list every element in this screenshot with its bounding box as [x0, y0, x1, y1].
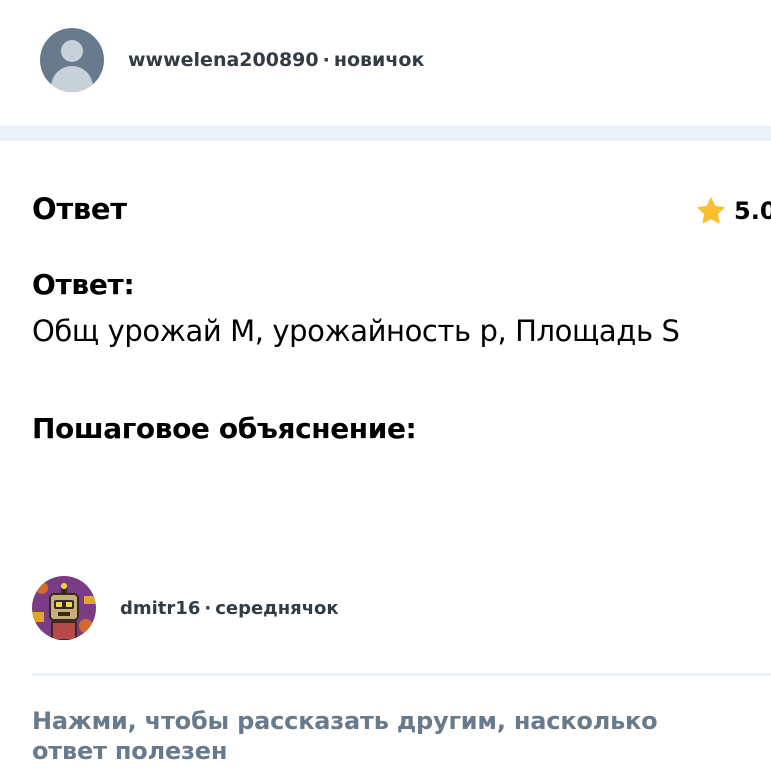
rate-usefulness-hint[interactable]: Нажми, чтобы рассказать другим, наскольк…	[32, 706, 732, 766]
question-author-rank: новичок	[333, 49, 425, 71]
answer-heading: Ответ	[32, 192, 127, 226]
robot-avatar[interactable]	[32, 576, 96, 640]
star-icon	[696, 196, 726, 226]
question-author-line: wwwelena200890 · новичок	[128, 49, 424, 71]
answer-label: Ответ:	[32, 268, 135, 301]
default-user-icon[interactable]	[40, 28, 104, 92]
answer-author-rank: середнячок	[215, 597, 339, 619]
footer-divider	[32, 673, 771, 676]
answer-text: Общ урожай M, урожайность p, Площадь S	[32, 314, 680, 348]
answer-page: wwwelena200890 · новичок Ответ 5.0 Ответ: …	[0, 0, 771, 772]
rating-value: 5.0	[734, 197, 771, 225]
answer-author-separator: ·	[204, 597, 212, 619]
answer-author-username[interactable]: dmitr16	[120, 598, 200, 619]
avatar-body-shape	[51, 66, 93, 92]
answer-author-line: dmitr16 · середнячок	[120, 598, 339, 619]
answer-author[interactable]: dmitr16 · середнячок	[32, 576, 339, 640]
answer-rating: 5.0	[696, 196, 771, 226]
question-author-username[interactable]: wwwelena200890	[128, 49, 319, 71]
section-divider	[0, 126, 771, 141]
question-author-separator: ·	[322, 49, 330, 71]
step-explanation-label: Пошаговое объяснение:	[32, 412, 417, 445]
question-author[interactable]: wwwelena200890 · новичок	[40, 28, 424, 92]
avatar-head-shape	[61, 40, 83, 62]
